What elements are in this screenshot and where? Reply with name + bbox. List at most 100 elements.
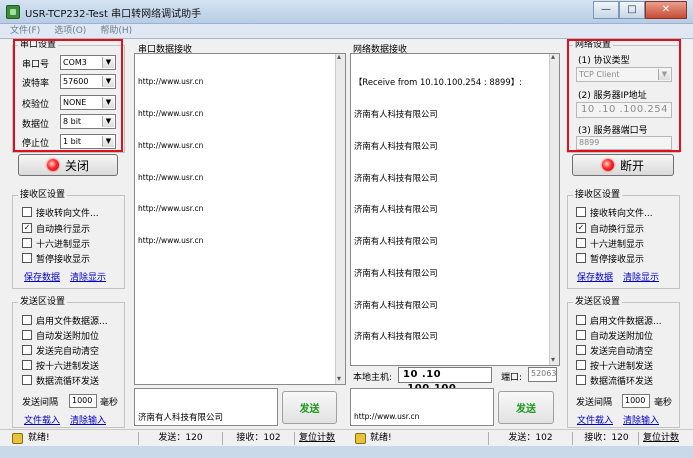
- left-send-option-hex[interactable]: 按十六进制发送: [22, 358, 99, 372]
- checkbox[interactable]: [22, 345, 32, 355]
- network-line: 济南有人科技有限公司: [354, 299, 438, 310]
- serial-receive-area[interactable]: http://www.usr.cn http://www.usr.cn http…: [134, 53, 346, 385]
- network-line: 济南有人科技有限公司: [354, 172, 438, 183]
- checkbox[interactable]: [22, 315, 32, 325]
- serial-line: http://www.usr.cn: [138, 108, 204, 118]
- left-send-option-clear[interactable]: 发送完自动清空: [22, 343, 99, 357]
- right-send-option-clear[interactable]: 发送完自动清空: [576, 343, 653, 357]
- network-disconnect-button[interactable]: 断开: [572, 154, 674, 176]
- local-port-input[interactable]: 52063: [528, 367, 557, 382]
- right-send-option-file[interactable]: 启用文件数据源...: [576, 313, 662, 327]
- client-area: 串口设置 串口号 COM3 ▼ 波特率 57600 ▼ 校验位 NONE ▼ 数…: [0, 38, 693, 446]
- left-sent-count: 发送：120: [138, 432, 218, 445]
- network-line: 济南有人科技有限公司: [354, 108, 438, 119]
- checkbox[interactable]: ✓: [22, 223, 32, 233]
- option-label: 按十六进制发送: [36, 361, 100, 372]
- option-label: 接收转向文件...: [590, 208, 653, 219]
- checkbox[interactable]: [576, 360, 586, 370]
- network-send-button[interactable]: 发送: [498, 391, 554, 424]
- right-send-option-hex[interactable]: 按十六进制发送: [576, 358, 653, 372]
- left-interval-label: 发送间隔: [22, 398, 59, 408]
- menu-help[interactable]: 帮助(H): [100, 24, 132, 38]
- window-controls: — □ ✕: [593, 1, 687, 19]
- right-received-count: 接收：120: [572, 432, 636, 445]
- close-button[interactable]: ✕: [645, 1, 687, 19]
- option-label: 接收转向文件...: [36, 208, 99, 219]
- left-interval-unit: 毫秒: [100, 398, 119, 408]
- network-line: 济南有人科技有限公司: [354, 140, 438, 151]
- left-receive-settings-title: 接收区设置: [18, 189, 68, 201]
- right-recv-option-wrap[interactable]: ✓ 自动换行显示: [576, 221, 644, 235]
- checkbox[interactable]: [22, 360, 32, 370]
- network-line: 济南有人科技有限公司: [354, 331, 438, 342]
- left-interval-input[interactable]: 1000: [69, 394, 97, 408]
- left-recv-option-hex[interactable]: 十六进制显示: [22, 236, 90, 250]
- left-ready-status: 就绪!: [28, 433, 50, 443]
- serial-send-button[interactable]: 发送: [282, 391, 337, 424]
- network-receive-area[interactable]: 【Receive from 10.10.100.254 : 8899】: 济南有…: [350, 53, 560, 366]
- option-label: 暂停接收显示: [590, 254, 645, 265]
- menu-options[interactable]: 选项(O): [54, 24, 86, 38]
- checkbox[interactable]: [576, 238, 586, 248]
- serial-line: http://www.usr.cn: [138, 140, 204, 150]
- checkbox[interactable]: [576, 345, 586, 355]
- right-clear-input-link[interactable]: 清除输入: [623, 413, 659, 426]
- right-save-data-link[interactable]: 保存数据: [577, 270, 613, 283]
- local-port-label: 端口:: [501, 373, 523, 383]
- left-recv-option-wrap[interactable]: ✓ 自动换行显示: [22, 221, 90, 235]
- network-line: 济南有人科技有限公司: [354, 236, 438, 247]
- minimize-button[interactable]: —: [593, 1, 619, 19]
- right-send-option-append[interactable]: 自动发送附加位: [576, 328, 653, 342]
- serial-send-input[interactable]: 济南有人科技有限公司: [134, 388, 278, 426]
- left-send-settings-title: 发送区设置: [18, 296, 68, 308]
- right-send-settings-title: 发送区设置: [573, 296, 623, 308]
- checkbox[interactable]: [576, 315, 586, 325]
- option-label: 暂停接收显示: [36, 254, 91, 265]
- right-recv-option-pause[interactable]: 暂停接收显示: [576, 251, 644, 265]
- menu-file[interactable]: 文件(F): [10, 24, 40, 38]
- serial-close-label: 关闭: [64, 158, 89, 173]
- serial-close-button[interactable]: 关闭: [18, 154, 118, 176]
- window-title: USR-TCP232-Test 串口转网络调试助手: [25, 9, 202, 20]
- checkbox[interactable]: [22, 330, 32, 340]
- left-file-load-link[interactable]: 文件载入: [24, 413, 60, 426]
- right-send-option-loop[interactable]: 数据流循环发送: [576, 373, 653, 387]
- checkbox[interactable]: [576, 375, 586, 385]
- local-host-ip: 10 .10 .100.100: [398, 367, 492, 394]
- right-recv-option-hex[interactable]: 十六进制显示: [576, 236, 644, 250]
- left-recv-option-file[interactable]: 接收转向文件...: [22, 205, 99, 219]
- left-recv-option-pause[interactable]: 暂停接收显示: [22, 251, 90, 265]
- option-label: 数据流循环发送: [36, 376, 100, 387]
- checkbox[interactable]: [22, 207, 32, 217]
- right-receive-settings-title: 接收区设置: [573, 189, 623, 201]
- checkbox[interactable]: [22, 253, 32, 263]
- left-send-option-loop[interactable]: 数据流循环发送: [22, 373, 99, 387]
- right-clear-display-link[interactable]: 清除显示: [623, 270, 659, 283]
- right-reset-count-button[interactable]: 复位计数: [638, 432, 692, 445]
- serial-line: http://www.usr.cn: [138, 77, 204, 87]
- checkbox[interactable]: [576, 207, 586, 217]
- left-send-option-file[interactable]: 启用文件数据源...: [22, 313, 108, 327]
- network-send-input[interactable]: http://www.usr.cn: [350, 388, 494, 426]
- checkbox[interactable]: ✓: [576, 223, 586, 233]
- checkbox[interactable]: [22, 375, 32, 385]
- right-recv-option-file[interactable]: 接收转向文件...: [576, 205, 653, 219]
- serial-receive-scrollbar[interactable]: [335, 54, 345, 384]
- maximize-button[interactable]: □: [619, 1, 645, 19]
- left-save-data-link[interactable]: 保存数据: [24, 270, 60, 283]
- network-line: 济南有人科技有限公司: [354, 267, 438, 278]
- network-line: 济南有人科技有限公司: [354, 204, 438, 215]
- left-send-option-append[interactable]: 自动发送附加位: [22, 328, 99, 342]
- title-bar[interactable]: USR-TCP232-Test 串口转网络调试助手 — □ ✕: [0, 0, 693, 24]
- checkbox[interactable]: [576, 330, 586, 340]
- right-file-load-link[interactable]: 文件载入: [577, 413, 613, 426]
- network-receive-scrollbar[interactable]: [549, 54, 559, 365]
- checkbox[interactable]: [22, 238, 32, 248]
- left-clear-input-link[interactable]: 清除输入: [70, 413, 106, 426]
- checkbox[interactable]: [576, 253, 586, 263]
- option-label: 自动换行显示: [36, 224, 91, 235]
- right-interval-input[interactable]: 1000: [622, 394, 650, 408]
- left-reset-count-button[interactable]: 复位计数: [294, 432, 348, 445]
- network-send-text: http://www.usr.cn: [354, 412, 420, 422]
- left-clear-display-link[interactable]: 清除显示: [70, 270, 106, 283]
